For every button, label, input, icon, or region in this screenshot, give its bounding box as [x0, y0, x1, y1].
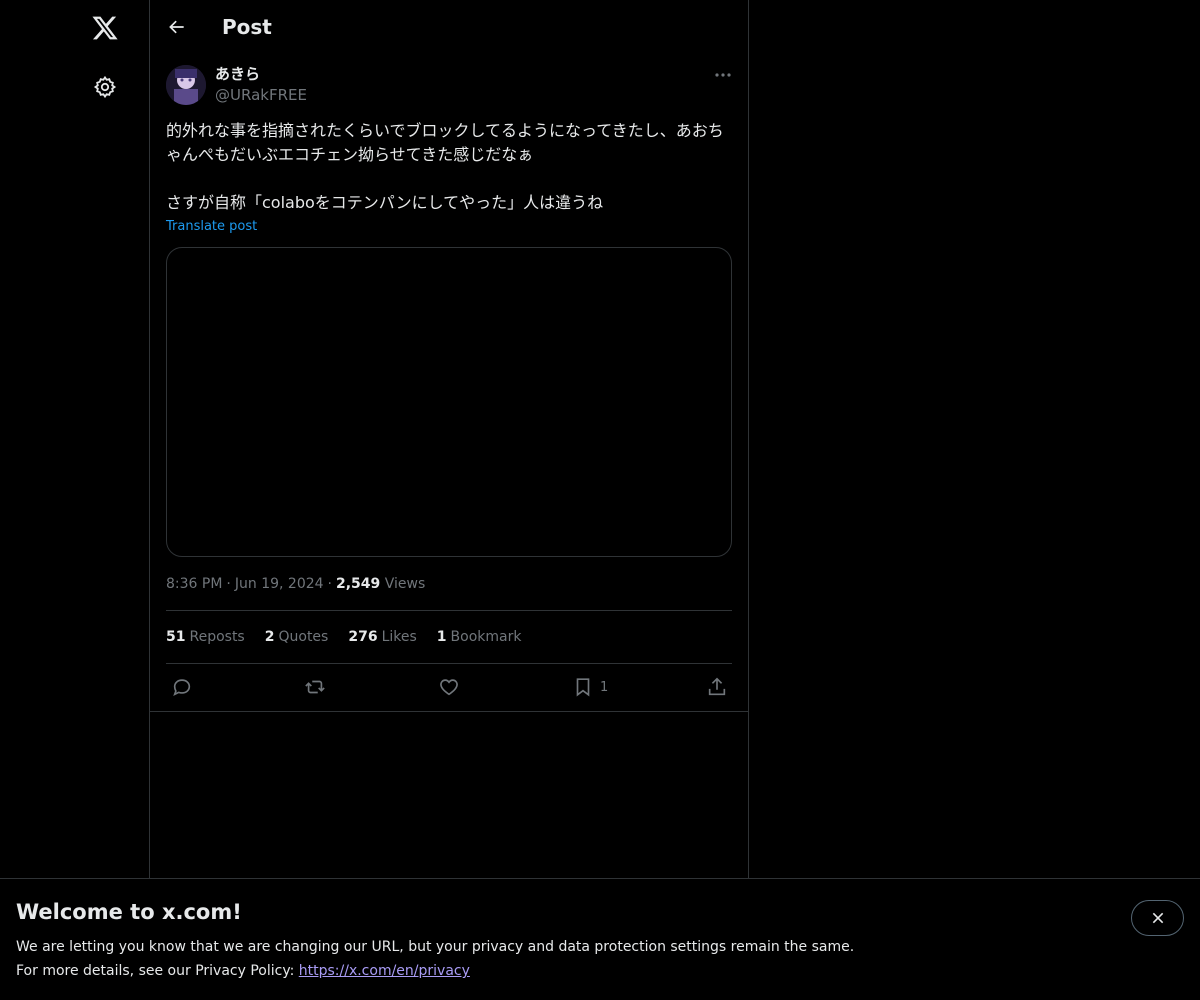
main-column: Post あきら @URakFREE 的外れな事を指摘されたくらいでブロックして… [149, 0, 749, 1000]
separator-dot: · [226, 576, 231, 592]
repost-button[interactable] [304, 674, 326, 700]
divider [166, 663, 732, 664]
author-name[interactable]: あきら [215, 64, 260, 84]
actions-row: 1 [166, 674, 732, 700]
page-title: Post [222, 15, 272, 39]
post-meta: 8:36 PM · Jun 19, 2024 · 2,549 Views [166, 574, 425, 594]
left-nav [0, 0, 149, 1000]
bookmarks-count: 1 [436, 629, 447, 645]
post-text: 的外れな事を指摘されたくらいでブロックしてるようになってきたし、あおちゃんぺもだ… [166, 121, 724, 212]
arrow-left-icon [169, 20, 184, 34]
likes-label: Likes [381, 629, 417, 645]
likes-count: 276 [348, 629, 378, 645]
share-icon [708, 677, 726, 696]
privacy-policy-link[interactable]: https://x.com/en/privacy [299, 963, 470, 979]
url-change-banner: Welcome to x.com! We are letting you kno… [0, 878, 1200, 1000]
engagement-stats: 51 Reposts 2 Quotes 276 Likes 1 Bookmark [166, 627, 541, 647]
back-button[interactable] [162, 12, 192, 42]
avatar[interactable] [166, 65, 206, 105]
repost-icon [305, 680, 325, 694]
gear-icon[interactable] [87, 69, 123, 105]
quotes-stat[interactable]: 2 Quotes [265, 627, 329, 647]
header: Post [150, 0, 748, 54]
banner-title: Welcome to x.com! [16, 900, 242, 924]
likes-stat[interactable]: 276 Likes [348, 627, 416, 647]
banner-privacy-prefix: For more details, see our Privacy Policy… [16, 963, 299, 979]
bookmark-icon [576, 678, 590, 697]
more-icon [715, 73, 731, 77]
like-button[interactable] [438, 674, 460, 700]
author-handle[interactable]: @URakFREE [215, 85, 307, 105]
views-count: 2,549 [336, 576, 381, 592]
bookmarks-label: Bookmark [450, 629, 522, 645]
reposts-stat[interactable]: 51 Reposts [166, 627, 245, 647]
bookmarks-stat[interactable]: 1 Bookmark [437, 627, 522, 647]
media-container[interactable] [166, 247, 732, 557]
like-icon [440, 679, 458, 696]
close-icon [1152, 912, 1163, 924]
post-time[interactable]: 8:36 PM [166, 576, 222, 592]
bookmark-count: 1 [600, 679, 609, 695]
translate-post-link[interactable]: Translate post [166, 218, 257, 236]
banner-privacy-line: For more details, see our Privacy Policy… [16, 961, 470, 981]
bookmark-button[interactable]: 1 [572, 674, 608, 700]
quotes-label: Quotes [278, 629, 329, 645]
views-label: Views [384, 576, 426, 592]
post-date[interactable]: Jun 19, 2024 [235, 576, 324, 592]
separator-dot: · [327, 576, 332, 592]
share-button[interactable] [706, 674, 728, 700]
reply-icon [173, 679, 191, 696]
banner-message: We are letting you know that we are chan… [16, 939, 855, 955]
reposts-count: 51 [166, 629, 186, 645]
quotes-count: 2 [264, 629, 275, 645]
reply-button[interactable] [171, 674, 193, 700]
divider [150, 711, 748, 712]
x-logo-icon[interactable] [87, 10, 123, 46]
close-banner-button[interactable] [1131, 900, 1184, 936]
divider [166, 610, 732, 611]
more-options-button[interactable] [710, 64, 736, 86]
reposts-label: Reposts [189, 629, 245, 645]
